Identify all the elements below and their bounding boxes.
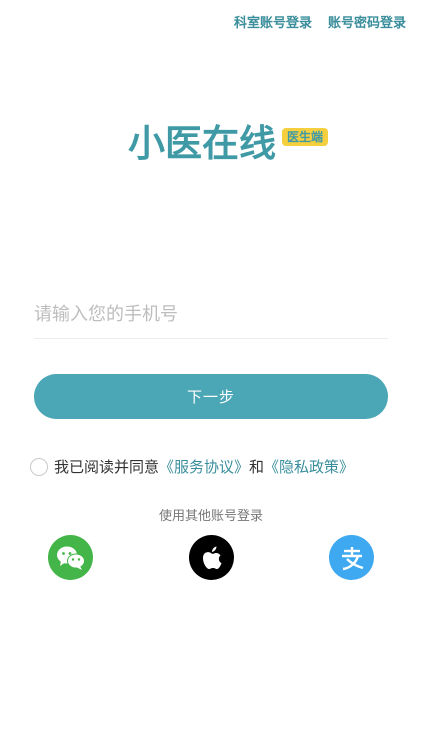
- privacy-policy-link[interactable]: 《隐私政策》: [264, 456, 354, 477]
- apple-icon: [203, 546, 222, 569]
- agreement-row: 我已阅读并同意 《服务协议》 和 《隐私政策》: [30, 456, 354, 477]
- phone-input[interactable]: [34, 290, 388, 339]
- agree-checkbox[interactable]: [30, 457, 48, 476]
- department-login-link[interactable]: 科室账号登录: [234, 12, 312, 31]
- wechat-icon: [56, 546, 85, 570]
- apple-login-button[interactable]: [188, 535, 234, 580]
- logo-title: 小医在线: [128, 122, 276, 165]
- wechat-login-button[interactable]: [48, 535, 93, 580]
- service-agreement-link[interactable]: 《服务协议》: [159, 456, 249, 477]
- app-logo: 小医在线 医生端: [128, 122, 329, 166]
- logo-badge: 医生端: [282, 128, 329, 146]
- agreement-text: 我已阅读并同意: [54, 458, 160, 476]
- next-button[interactable]: 下一步: [34, 374, 388, 419]
- social-login-row: [48, 535, 374, 580]
- top-links: 科室账号登录 账号密码登录: [234, 12, 406, 31]
- alipay-icon: [341, 546, 363, 570]
- password-login-link[interactable]: 账号密码登录: [328, 12, 406, 31]
- agreement-and: 和: [249, 458, 265, 476]
- other-login-label: 使用其他账号登录: [60, 505, 362, 524]
- alipay-login-button[interactable]: [329, 535, 374, 580]
